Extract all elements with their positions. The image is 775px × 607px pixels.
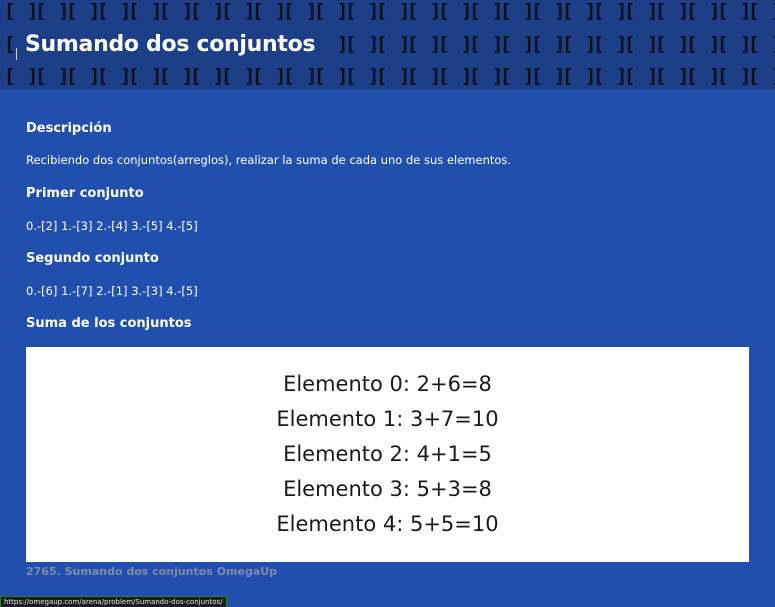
footer-caption: 2765. Sumando dos conjuntos OmegaUp xyxy=(26,565,278,578)
bracket-glyph: [ ] xyxy=(4,65,39,87)
bracket-glyph: [ ] xyxy=(717,33,752,55)
bracket-glyph: [ ] xyxy=(407,65,442,87)
bracket-glyph: [ ] xyxy=(562,65,597,87)
bracket-glyph: [ ] xyxy=(748,0,775,22)
description-heading: Descripción xyxy=(26,121,112,136)
bracket-glyph: [ ] xyxy=(345,0,380,22)
bracket-glyph: [ ] xyxy=(283,65,318,87)
bracket-glyph: [ ] xyxy=(66,65,101,87)
description-text: Recibiendo dos conjuntos(arreglos), real… xyxy=(26,153,512,167)
sum-heading: Suma de los conjuntos xyxy=(26,316,192,331)
bracket-glyph: [ ] xyxy=(159,0,194,22)
bracket-glyph: [ ] xyxy=(500,65,535,87)
bracket-glyph: [ ] xyxy=(283,0,318,22)
bracket-glyph: [ ] xyxy=(407,33,442,55)
bracket-glyph: [ ] xyxy=(438,65,473,87)
bracket-glyph: [ ] xyxy=(438,33,473,55)
page-title: Sumando dos conjuntos xyxy=(25,32,316,57)
bracket-glyph: [ ] xyxy=(314,0,349,22)
bracket-pattern-row: [ ][ ][ ][ ][ ][ ][ ][ ][ ][ ][ ][ ][ ][… xyxy=(4,65,775,87)
bracket-glyph: [ ] xyxy=(500,0,535,22)
second-set-values: 0.-[6] 1.-[7] 2.-[1] 3.-[3] 4.-[5] xyxy=(26,284,198,298)
result-item: Elemento 1: 3+7=10 xyxy=(276,407,499,431)
bracket-glyph: [ ] xyxy=(376,0,411,22)
bracket-glyph: [ ] xyxy=(531,33,566,55)
bracket-glyph: [ ] xyxy=(624,65,659,87)
bracket-glyph: [ ] xyxy=(624,0,659,22)
bracket-glyph: [ ] xyxy=(345,65,380,87)
bracket-glyph: [ ] xyxy=(35,0,70,22)
page: [ ][ ][ ][ ][ ][ ][ ][ ][ ][ ][ ][ ][ ][… xyxy=(0,0,775,607)
bracket-glyph: [ ] xyxy=(593,0,628,22)
header-banner: [ ][ ][ ][ ][ ][ ][ ][ ][ ][ ][ ][ ][ ][… xyxy=(0,0,775,90)
first-set-heading: Primer conjunto xyxy=(26,186,144,201)
bracket-glyph: [ ] xyxy=(531,65,566,87)
bracket-glyph: [ ] xyxy=(686,65,721,87)
bracket-glyph: [ ] xyxy=(190,65,225,87)
bracket-glyph: [ ] xyxy=(655,33,690,55)
bracket-glyph: [ ] xyxy=(314,65,349,87)
second-set-heading: Segundo conjunto xyxy=(26,251,159,266)
bracket-glyph: [ ] xyxy=(4,0,39,22)
bracket-glyph: [ ] xyxy=(686,0,721,22)
result-item: Elemento 3: 5+3=8 xyxy=(283,477,492,501)
bracket-glyph: [ ] xyxy=(345,33,380,55)
bracket-glyph: [ ] xyxy=(717,65,752,87)
bracket-glyph: [ ] xyxy=(128,0,163,22)
bracket-glyph: [ ] xyxy=(407,0,442,22)
bracket-glyph: [ ] xyxy=(469,33,504,55)
result-item: Elemento 2: 4+1=5 xyxy=(283,442,492,466)
bracket-glyph: [ ] xyxy=(190,0,225,22)
bracket-glyph: [ ] xyxy=(531,0,566,22)
bracket-glyph: [ ] xyxy=(159,65,194,87)
bracket-glyph: [ ] xyxy=(562,33,597,55)
bracket-glyph: [ ] xyxy=(500,33,535,55)
bracket-glyph: [ ] xyxy=(686,33,721,55)
bracket-glyph: [ ] xyxy=(748,33,775,55)
bracket-glyph: [ ] xyxy=(128,65,163,87)
first-set-values: 0.-[2] 1.-[3] 2.-[4] 3.-[5] 4.-[5] xyxy=(26,219,198,233)
result-item: Elemento 0: 2+6=8 xyxy=(283,372,492,396)
result-item: Elemento 4: 5+5=10 xyxy=(276,512,499,536)
bracket-glyph: [ ] xyxy=(97,0,132,22)
bracket-glyph: [ ] xyxy=(252,0,287,22)
bracket-glyph: [ ] xyxy=(221,0,256,22)
bracket-glyph: [ ] xyxy=(221,65,256,87)
status-bar-url: https://omegaup.com/arena/problem/Sumand… xyxy=(0,596,227,607)
bracket-glyph: [ ] xyxy=(624,33,659,55)
bracket-glyph: [ ] xyxy=(655,65,690,87)
text-cursor xyxy=(16,48,17,60)
bracket-glyph: [ ] xyxy=(438,0,473,22)
bracket-glyph: [ ] xyxy=(469,0,504,22)
bracket-glyph: [ ] xyxy=(593,65,628,87)
bracket-glyph: [ ] xyxy=(376,65,411,87)
bracket-glyph: [ ] xyxy=(66,0,101,22)
bracket-glyph: [ ] xyxy=(252,65,287,87)
bracket-pattern-row: [ ][ ][ ][ ][ ][ ][ ][ ][ ][ ][ ][ ][ ][… xyxy=(4,0,775,22)
bracket-glyph: [ ] xyxy=(376,33,411,55)
bracket-glyph: [ ] xyxy=(35,65,70,87)
result-box: Elemento 0: 2+6=8 Elemento 1: 3+7=10 Ele… xyxy=(26,347,749,562)
bracket-glyph: [ ] xyxy=(593,33,628,55)
bracket-glyph: [ ] xyxy=(717,0,752,22)
bracket-glyph: [ ] xyxy=(748,65,775,87)
bracket-glyph: [ ] xyxy=(97,65,132,87)
bracket-glyph: [ ] xyxy=(469,65,504,87)
bracket-glyph: [ ] xyxy=(562,0,597,22)
bracket-glyph: [ ] xyxy=(655,0,690,22)
title-container: Sumando dos conjuntos xyxy=(25,28,324,62)
result-list: Elemento 0: 2+6=8 Elemento 1: 3+7=10 Ele… xyxy=(26,347,749,542)
